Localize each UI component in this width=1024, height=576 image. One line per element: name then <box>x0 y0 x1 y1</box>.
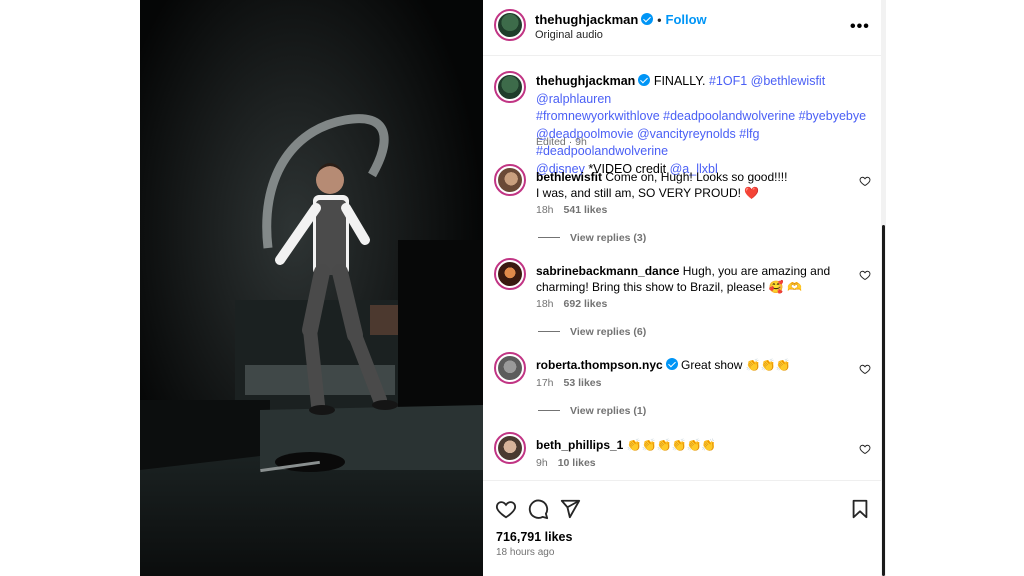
comment-meta: 18h 541 likes <box>536 204 607 216</box>
view-replies-button[interactable]: View replies (3) <box>538 232 646 244</box>
comment-likes[interactable]: 10 likes <box>558 457 596 469</box>
separator-dot: • <box>657 13 662 27</box>
scrollbar-thumb[interactable] <box>882 225 885 576</box>
caption-tags-2[interactable]: #fromnewyorkwithlove #deadpoolandwolveri… <box>536 109 866 123</box>
comment-body-line1: Hugh, you are amazing and <box>682 264 831 278</box>
author-avatar[interactable] <box>494 9 526 41</box>
post-details-panel: thehughjackman • Follow Original audio •••… <box>483 0 881 576</box>
audio-link[interactable]: Original audio <box>535 29 603 41</box>
comment-like-heart-icon[interactable] <box>859 175 871 187</box>
comment-meta: 18h 692 likes <box>536 298 607 310</box>
caption-username[interactable]: thehughjackman <box>536 74 635 88</box>
comment-username[interactable]: sabrinebackmann_dance <box>536 264 679 278</box>
comment-like-heart-icon[interactable] <box>859 269 871 281</box>
comment-time: 18h <box>536 204 554 216</box>
share-icon[interactable] <box>559 498 581 520</box>
author-username[interactable]: thehughjackman <box>535 12 638 27</box>
comment-time: 17h <box>536 377 554 389</box>
comment-username[interactable]: beth_phillips_1 <box>536 438 623 452</box>
comment-body-line1: 👏👏👏👏👏👏 <box>626 438 717 452</box>
heart-icon[interactable] <box>495 498 517 520</box>
caption-text: thehughjackman FINALLY. #1OF1 @bethlewis… <box>536 73 871 178</box>
comment-time: 18h <box>536 298 554 310</box>
comment-body-line2: I was, and still am, SO VERY PROUD! ❤️ <box>536 186 760 200</box>
comment-text: bethlewisfit Come on, Hugh! Looks so goo… <box>536 169 836 201</box>
comment-text: roberta.thompson.nyc Great show 👏👏👏 <box>536 357 836 373</box>
comment-body-line2: charming! Bring this show to Brazil, ple… <box>536 280 802 294</box>
video-frame <box>140 0 483 576</box>
comment-like-heart-icon[interactable] <box>859 363 871 375</box>
comment-likes[interactable]: 53 likes <box>564 377 602 389</box>
post-actions: 716,791 likes 18 hours ago <box>483 480 881 576</box>
post-header: thehughjackman • Follow Original audio ••• <box>483 0 881 56</box>
follow-button[interactable]: Follow <box>666 12 707 27</box>
commenter-avatar[interactable] <box>494 352 526 384</box>
verified-badge-icon <box>638 74 651 86</box>
comment-body-line1: Come on, Hugh! Looks so good!!!! <box>605 170 788 184</box>
caption-meta: Edited · 9h <box>536 136 587 148</box>
comment-body-line1: Great show 👏👏👏 <box>681 358 791 372</box>
comment-like-heart-icon[interactable] <box>859 443 871 455</box>
comment-username[interactable]: roberta.thompson.nyc <box>536 358 663 372</box>
comment-text: sabrinebackmann_dance Hugh, you are amaz… <box>536 263 836 295</box>
caption-prefix: FINALLY. <box>653 74 706 88</box>
comments-scrollbar[interactable] <box>881 0 886 576</box>
commenter-avatar[interactable] <box>494 258 526 290</box>
view-replies-button[interactable]: View replies (6) <box>538 326 646 338</box>
post-timestamp: 18 hours ago <box>496 547 555 558</box>
more-options-icon[interactable]: ••• <box>850 18 870 36</box>
commenter-avatar[interactable] <box>494 164 526 196</box>
caption-avatar[interactable] <box>494 71 526 103</box>
verified-badge-icon <box>641 13 654 25</box>
comment-likes[interactable]: 541 likes <box>564 204 608 216</box>
comment-text: beth_phillips_1 👏👏👏👏👏👏 <box>536 437 836 453</box>
comment-likes[interactable]: 692 likes <box>564 298 608 310</box>
view-replies-button[interactable]: View replies (1) <box>538 405 646 417</box>
comment-time: 9h <box>536 457 548 469</box>
comment-icon[interactable] <box>527 498 549 520</box>
post-video[interactable] <box>140 0 483 576</box>
bookmark-icon[interactable] <box>849 498 871 520</box>
likes-count[interactable]: 716,791 likes <box>496 530 572 544</box>
comment-meta: 9h 10 likes <box>536 457 596 469</box>
verified-badge-icon <box>665 358 678 370</box>
comment-meta: 17h 53 likes <box>536 377 601 389</box>
comment-username[interactable]: bethlewisfit <box>536 170 602 184</box>
commenter-avatar[interactable] <box>494 432 526 464</box>
